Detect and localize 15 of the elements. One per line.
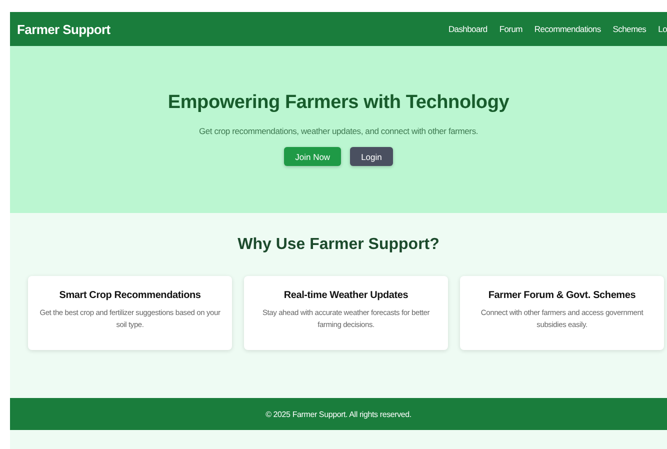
copyright-text: © 2025 Farmer Support. All rights reserved. — [266, 410, 412, 418]
login-button[interactable]: Login — [350, 147, 393, 166]
brand-name[interactable]: Farmer Support — [17, 22, 110, 36]
hero-subtitle: Get crop recommendations, weather updates, and connect with other farmers. — [198, 126, 478, 136]
section-heading: Why Use Farmer Support? — [238, 236, 440, 254]
join-button[interactable]: Join Now — [284, 147, 342, 166]
nav-link[interactable]: Lo — [658, 24, 667, 34]
nav-link[interactable]: Recommendations — [534, 24, 601, 34]
nav-link[interactable]: Forum — [499, 24, 522, 34]
nav-link[interactable]: Schemes — [612, 24, 646, 34]
card-title: Farmer Forum & Govt. Schemes — [488, 290, 636, 301]
card-title: Smart Crop Recommendations — [59, 290, 201, 301]
nav-link[interactable]: Dashboard — [448, 24, 488, 34]
hero-title: Empowering Farmers with Technology — [168, 92, 510, 114]
card-title: Real-time Weather Updates — [284, 290, 408, 301]
